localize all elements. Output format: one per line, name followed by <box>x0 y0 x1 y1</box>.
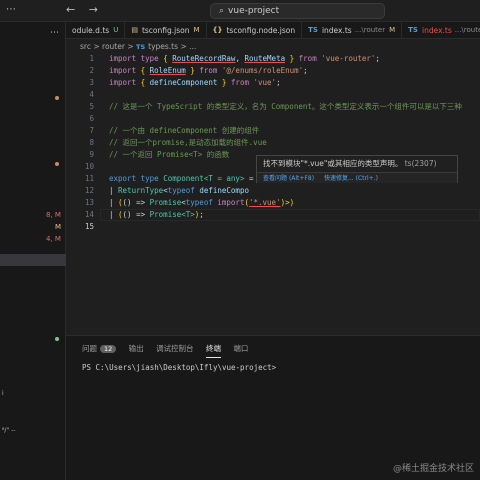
sidebar-active-row[interactable] <box>0 254 66 266</box>
breadcrumb-item[interactable]: router <box>102 42 125 51</box>
line-number: 12 <box>84 186 94 195</box>
code-line: | ReturnType<typeof defineCompo <box>109 186 249 195</box>
line-number: 11 <box>84 174 94 183</box>
error-hover-tooltip: 找不到模块"*.vue"或其相应的类型声明。 ts(2307) 查看问题 (Al… <box>256 155 458 183</box>
code-line: | (() => Promise<typeof import('*.vue')>… <box>109 198 295 207</box>
tab-dir: ...\routes <box>454 26 480 34</box>
code-line: import { RoleEnum } from '@/enums/roleEn… <box>109 66 308 75</box>
watermark: @稀土掘金技术社区 <box>392 464 474 474</box>
line-number: 13 <box>84 198 94 207</box>
line-number: 3 <box>89 78 94 87</box>
ts-icon: TS <box>308 26 318 34</box>
tab-terminal[interactable]: 终端 <box>205 343 221 358</box>
line-number: 2 <box>89 66 94 75</box>
tab-status-mark: U <box>113 26 119 34</box>
command-center-search[interactable]: ⌕ vue-project <box>210 3 385 19</box>
problems-count-badge: 12 <box>100 345 117 353</box>
tab-status-mark: M <box>389 26 396 34</box>
line-number: 14 <box>84 210 94 219</box>
file-status-label: M <box>55 223 62 231</box>
line-number: 1 <box>89 54 94 63</box>
quick-fix-link[interactable]: 快速修复... (Ctrl+.) <box>324 175 378 182</box>
ts-file-icon: TS <box>136 43 146 51</box>
explorer-sidebar: ⋯ 8, M M 4, M i ⁸/" -- <box>0 22 66 480</box>
sidebar-snippet: i <box>2 390 4 397</box>
json-icon: {} <box>212 26 223 34</box>
title-bar: ⋯ ← → ⌕ vue-project <box>0 0 480 22</box>
error-string: '*.vue' <box>248 198 281 207</box>
untracked-dot-icon <box>55 337 59 341</box>
line-number: 8 <box>89 138 94 147</box>
code-comment: // 返回一个promise,是动态加载的组件.vue <box>109 138 267 147</box>
line-number: 6 <box>89 114 94 123</box>
breadcrumb-sep: > <box>180 42 187 51</box>
panel-tabs: 问题 12 输出 调试控制台 终端 端口 <box>82 343 258 358</box>
line-number: 9 <box>89 150 94 159</box>
code-editor[interactable]: 1 import type { RouteRecordRaw, RouteMeta… <box>66 53 480 335</box>
tab-label: tsconfig.json <box>141 26 190 35</box>
tab-label: index.ts <box>421 26 452 35</box>
tab-output[interactable]: 输出 <box>129 343 144 354</box>
bottom-panel: 问题 12 输出 调试控制台 终端 端口 PS C:\Users\jiash\De… <box>66 335 480 480</box>
forward-arrow-icon[interactable]: → <box>89 3 98 16</box>
tab-problems[interactable]: 问题 12 <box>82 343 117 354</box>
nav-buttons: ← → <box>66 3 108 16</box>
search-text: vue-project <box>228 6 280 16</box>
tooltip-actions: 查看问题 (Alt+F8) 快速修复... (Ctrl+.) <box>257 172 457 183</box>
breadcrumb: src > router > TS types.ts > ... <box>66 40 480 53</box>
tab-debug-console[interactable]: 调试控制台 <box>156 343 194 354</box>
file-status-label: 4, M <box>46 235 61 243</box>
code-comment: // 一个由 defineComponent 创建的组件 <box>109 126 260 135</box>
back-arrow-icon[interactable]: ← <box>66 3 75 16</box>
tsconfig-icon: ▤ <box>131 26 138 34</box>
tab-dir: ...\router <box>354 26 386 34</box>
line-number: 7 <box>89 126 94 135</box>
terminal-prompt[interactable]: PS C:\Users\jiash\Desktop\Ifly\vue-proje… <box>82 363 276 372</box>
code-comment: // 这是一个 TypeScript 的类型定义，名为 Component。这个… <box>109 102 462 111</box>
line-number: 5 <box>89 102 94 111</box>
line-number: 4 <box>89 90 94 99</box>
editor-tabs: odule.d.ts U ▤ tsconfig.json M {} tsconf… <box>66 22 480 39</box>
line-number: 15 <box>84 222 94 231</box>
code-line: import type { RouteRecordRaw, RouteMeta … <box>109 54 380 63</box>
tab-label: tsconfig.node.json <box>226 26 296 35</box>
modified-dot-icon <box>55 162 59 166</box>
modified-dot-icon <box>55 96 59 100</box>
tooltip-message: 找不到模块"*.vue"或其相应的类型声明。 ts(2307) <box>263 159 437 168</box>
error-code: ts(2307) <box>404 159 437 168</box>
tab-status-mark: M <box>193 26 200 34</box>
breadcrumb-item[interactable]: src <box>80 42 91 51</box>
tab-module-d-ts[interactable]: odule.d.ts U <box>66 22 126 38</box>
tab-tsconfig-json[interactable]: ▤ tsconfig.json M <box>125 22 207 38</box>
tab-label: odule.d.ts <box>72 26 110 35</box>
code-line: import { defineComponent } from 'vue'; <box>109 78 281 87</box>
ts-icon: TS <box>408 26 418 34</box>
file-status-label: 8, M <box>46 211 61 219</box>
breadcrumb-sep: > <box>127 42 134 51</box>
tab-index-ts-router[interactable]: TS index.ts ...\router M <box>302 22 403 38</box>
code-comment: // 一个返回 Promise<T> 的函数 <box>109 150 230 159</box>
breadcrumb-sep: > <box>93 42 100 51</box>
breadcrumb-item[interactable]: types.ts <box>148 42 178 51</box>
tab-label: index.ts <box>321 26 352 35</box>
tab-tsconfig-node-json[interactable]: {} tsconfig.node.json <box>207 22 303 38</box>
tab-index-ts-routes[interactable]: TS index.ts ...\routes <box>402 22 480 38</box>
view-problem-link[interactable]: 查看问题 (Alt+F8) <box>263 175 314 182</box>
more-icon[interactable]: ⋯ <box>6 4 16 15</box>
sidebar-snippet: ⁸/" -- <box>2 427 16 434</box>
code-line: export type Component<T = any> = <box>109 174 254 183</box>
code-line: | (() => Promise<T>); <box>109 210 204 219</box>
sidebar-more-icon[interactable]: ⋯ <box>50 28 60 38</box>
line-number: 10 <box>84 162 94 171</box>
breadcrumb-item[interactable]: ... <box>189 42 196 51</box>
search-icon: ⌕ <box>219 6 225 16</box>
tab-ports[interactable]: 端口 <box>233 343 248 354</box>
